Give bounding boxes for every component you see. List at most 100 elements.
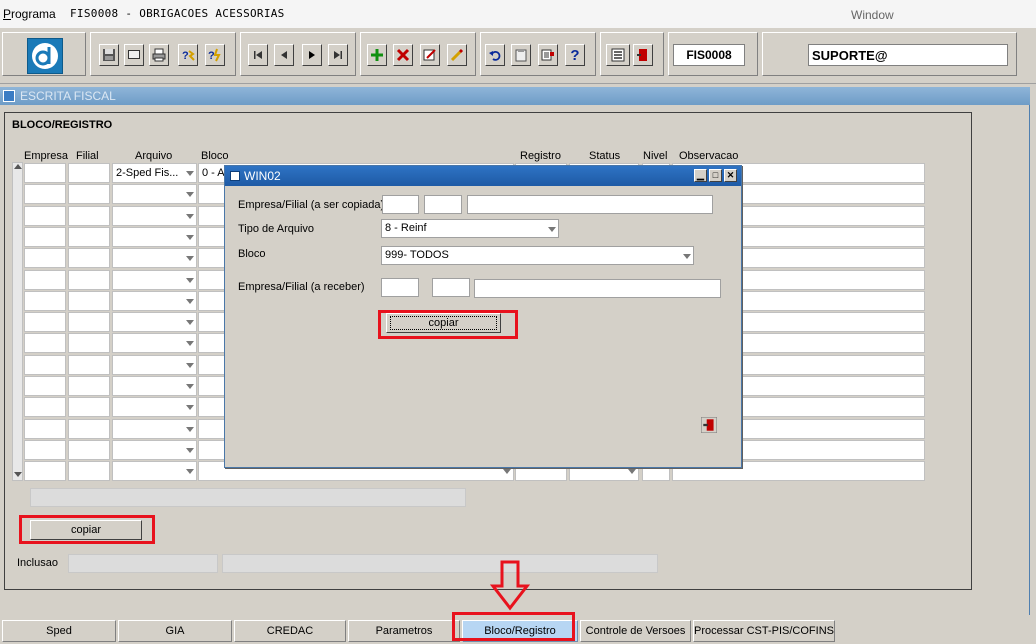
arquivo-cell[interactable] — [112, 419, 197, 439]
empresa-cell[interactable] — [24, 184, 66, 204]
dialog-titlebar[interactable] — [225, 166, 741, 186]
edit-record-icon[interactable] — [420, 44, 440, 66]
empresa-cell[interactable] — [24, 397, 66, 417]
empresa-cell[interactable] — [24, 163, 66, 183]
arquivo-cell[interactable] — [112, 291, 197, 311]
source-company-input[interactable] — [382, 195, 419, 214]
target-branch-input[interactable] — [432, 278, 470, 297]
chevron-down-icon[interactable] — [186, 448, 194, 453]
tab-credac[interactable]: CREDAC — [234, 620, 346, 642]
scroll-down-icon[interactable] — [14, 472, 22, 477]
empresa-cell[interactable] — [24, 206, 66, 226]
chevron-down-icon[interactable] — [186, 469, 194, 474]
arquivo-cell[interactable] — [112, 440, 197, 460]
print-icon[interactable] — [149, 44, 169, 66]
filial-cell[interactable] — [68, 184, 110, 204]
arquivo-cell[interactable] — [112, 184, 197, 204]
chevron-down-icon[interactable] — [503, 469, 511, 474]
target-name-input[interactable] — [474, 279, 721, 298]
filial-cell[interactable] — [68, 461, 110, 481]
arquivo-cell[interactable] — [112, 248, 197, 268]
empresa-cell[interactable] — [24, 227, 66, 247]
maximize-icon[interactable]: □ — [709, 169, 722, 182]
empresa-cell[interactable] — [24, 461, 66, 481]
empresa-cell[interactable] — [24, 333, 66, 353]
chevron-down-icon[interactable] — [186, 192, 194, 197]
filial-cell[interactable] — [68, 248, 110, 268]
chevron-down-icon[interactable] — [186, 427, 194, 432]
block-select[interactable]: 999- TODOS — [381, 246, 694, 265]
arquivo-cell[interactable] — [112, 312, 197, 332]
chevron-down-icon[interactable] — [186, 384, 194, 389]
filial-cell[interactable] — [68, 312, 110, 332]
menu-icon[interactable] — [606, 44, 630, 66]
prev-record-icon[interactable] — [274, 44, 294, 66]
chevron-down-icon[interactable] — [186, 256, 194, 261]
empresa-cell[interactable] — [24, 248, 66, 268]
chevron-down-icon[interactable] — [186, 299, 194, 304]
tab-processar-cst[interactable]: Processar CST-PIS/COFINS — [693, 620, 835, 642]
arquivo-cell[interactable] — [112, 333, 197, 353]
source-name-input[interactable] — [467, 195, 713, 214]
menu-program[interactable]: Programa — [3, 7, 56, 21]
save-icon[interactable] — [99, 44, 119, 66]
scroll-up-icon[interactable] — [14, 164, 22, 169]
execute-query-icon[interactable]: ? — [205, 44, 225, 66]
arquivo-cell[interactable]: 2-Sped Fis... — [112, 163, 197, 183]
filial-cell[interactable] — [68, 376, 110, 396]
filial-cell[interactable] — [68, 227, 110, 247]
menu-window[interactable]: Window — [851, 8, 894, 22]
last-record-icon[interactable] — [328, 44, 348, 66]
chevron-down-icon[interactable] — [683, 254, 691, 259]
tab-controle-versoes[interactable]: Controle de Versoes — [580, 620, 691, 642]
close-icon[interactable]: ✕ — [724, 169, 737, 182]
filial-cell[interactable] — [68, 206, 110, 226]
empresa-cell[interactable] — [24, 270, 66, 290]
chevron-down-icon[interactable] — [186, 341, 194, 346]
tab-gia[interactable]: GIA — [118, 620, 232, 642]
target-company-input[interactable] — [381, 278, 419, 297]
undo-icon[interactable] — [485, 44, 505, 66]
chevron-down-icon[interactable] — [186, 171, 194, 176]
empresa-cell[interactable] — [24, 312, 66, 332]
arquivo-cell[interactable] — [112, 206, 197, 226]
filial-cell[interactable] — [68, 270, 110, 290]
arquivo-cell[interactable] — [112, 227, 197, 247]
empresa-cell[interactable] — [24, 355, 66, 375]
chevron-down-icon[interactable] — [186, 320, 194, 325]
empresa-cell[interactable] — [24, 291, 66, 311]
tab-sped[interactable]: Sped — [2, 620, 116, 642]
exit-icon[interactable] — [633, 44, 653, 66]
tab-parametros[interactable]: Parametros — [348, 620, 460, 642]
chevron-down-icon[interactable] — [186, 405, 194, 410]
filial-cell[interactable] — [68, 419, 110, 439]
delete-record-icon[interactable] — [393, 44, 413, 66]
filial-cell[interactable] — [68, 163, 110, 183]
minimize-icon[interactable]: ▁ — [694, 169, 707, 182]
chevron-down-icon[interactable] — [186, 363, 194, 368]
filial-cell[interactable] — [68, 333, 110, 353]
arquivo-cell[interactable] — [112, 270, 197, 290]
chevron-down-icon[interactable] — [628, 469, 636, 474]
chevron-down-icon[interactable] — [186, 235, 194, 240]
first-record-icon[interactable] — [248, 44, 268, 66]
filial-cell[interactable] — [68, 440, 110, 460]
empresa-cell[interactable] — [24, 376, 66, 396]
list-icon[interactable] — [538, 44, 558, 66]
empresa-cell[interactable] — [24, 419, 66, 439]
grid-scrollbar[interactable] — [12, 162, 23, 481]
arquivo-cell[interactable] — [112, 355, 197, 375]
filial-cell[interactable] — [68, 355, 110, 375]
clear-icon[interactable] — [447, 44, 467, 66]
chevron-down-icon[interactable] — [186, 214, 194, 219]
arquivo-cell[interactable] — [112, 397, 197, 417]
file-type-select[interactable]: 8 - Reinf — [381, 219, 559, 238]
help-query-icon[interactable]: ? — [178, 44, 198, 66]
clipboard-icon[interactable] — [511, 44, 531, 66]
filial-cell[interactable] — [68, 397, 110, 417]
next-record-icon[interactable] — [302, 44, 322, 66]
chevron-down-icon[interactable] — [548, 227, 556, 232]
screen-icon[interactable] — [124, 44, 144, 66]
arquivo-cell[interactable] — [112, 461, 197, 481]
source-branch-input[interactable] — [424, 195, 462, 214]
